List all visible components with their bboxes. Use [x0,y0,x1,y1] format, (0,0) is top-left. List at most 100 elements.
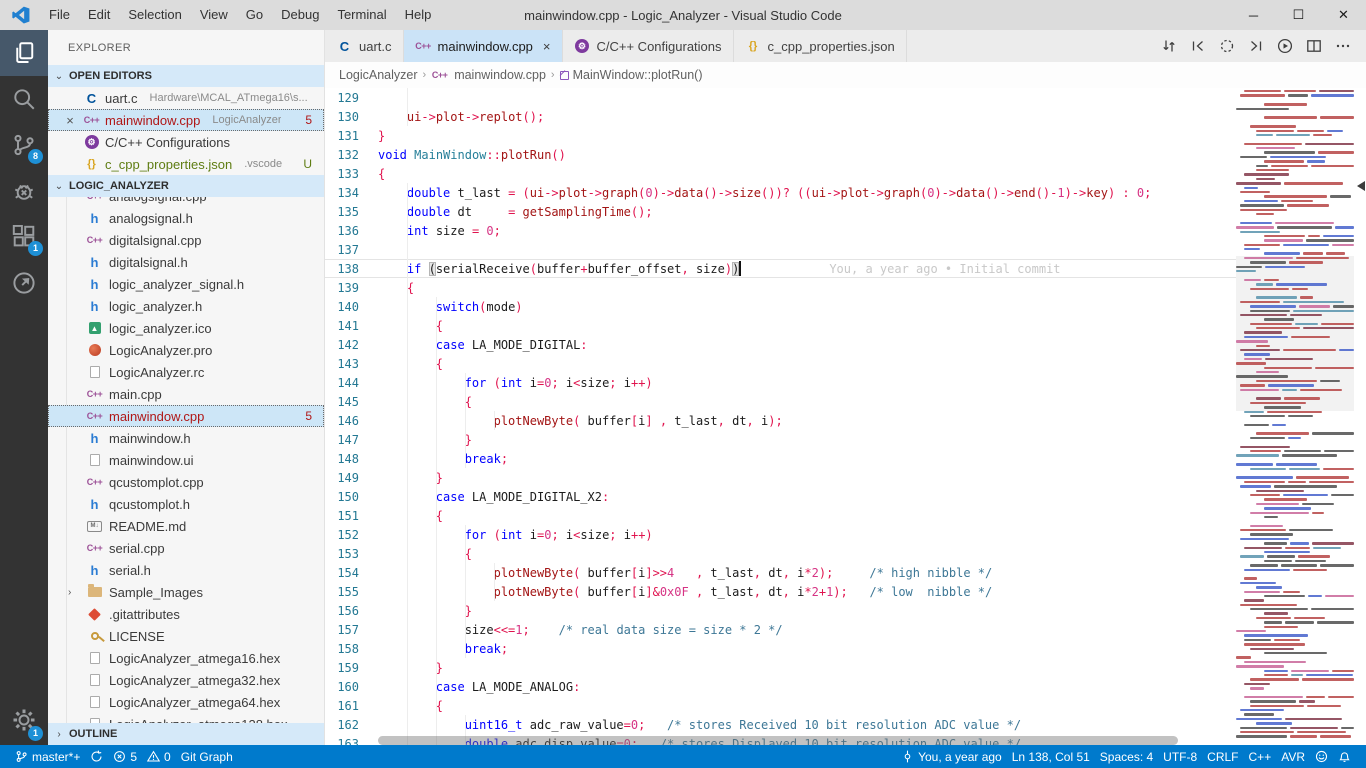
tab-C/C++ Configurations[interactable]: ⚙ C/C++ Configurations [563,30,734,62]
tree-item-mainwindow.ui[interactable]: mainwindow.ui [48,449,324,471]
activity-files-icon[interactable] [0,30,48,76]
tree-item-.gitattributes[interactable]: .gitattributes [48,603,324,625]
tree-item-logic_analyzer.h[interactable]: h logic_analyzer.h [48,295,324,317]
tree-item-mainwindow.h[interactable]: h mainwindow.h [48,427,324,449]
split-editor-icon[interactable] [1303,35,1325,57]
activity-gear-icon[interactable]: 1 [0,695,48,745]
code-viewport[interactable]: 129 130 ui -> plot -> replot (); 131} 132 void Ma… [325,88,1236,745]
open-editor-uart.c[interactable]: Cuart.c Hardware\MCAL_ATmega16\s... [48,87,324,109]
minimap-token [1240,581,1276,585]
file-tree: C++ analogsignal.cpp h analogsignal.h C++ dig… [48,197,324,723]
tree-item-main.cpp[interactable]: C++ main.cpp [48,383,324,405]
status-error[interactable]: 5 [108,745,142,768]
menu-go[interactable]: Go [237,0,272,30]
status-git-graph[interactable]: Git Graph [176,745,238,768]
close-icon[interactable]: × [543,39,551,54]
status-utf-8[interactable]: UTF-8 [1158,745,1202,768]
tab-mainwindow.cpp[interactable]: C++ mainwindow.cpp × [403,30,563,62]
tree-item-LogicAnalyzer_atmega32.hex[interactable]: LogicAnalyzer_atmega32.hex [48,669,324,691]
tree-item-digitalsignal.cpp[interactable]: C++ digitalsignal.cpp [48,229,324,251]
tab-c_cpp_properties.json[interactable]: {} c_cpp_properties.json [734,30,907,62]
tree-item-serial.cpp[interactable]: C++ serial.cpp [48,537,324,559]
tree-item-LICENSE[interactable]: LICENSE [48,625,324,647]
activity-source-control-icon[interactable]: 8 [0,122,48,168]
tree-item-LogicAnalyzer.rc[interactable]: LogicAnalyzer.rc [48,361,324,383]
menu-file[interactable]: File [40,0,79,30]
token: /* low nibble */ [869,584,993,599]
horizontal-scrollbar[interactable] [378,736,1178,745]
tree-item-Sample_Images[interactable]: › Sample_Images [48,581,324,603]
tree-item-serial.h[interactable]: h serial.h [48,559,324,581]
menu-selection[interactable]: Selection [119,0,190,30]
breadcrumb-item[interactable]: MainWindow::plotRun() [559,68,703,82]
token: )-> [652,185,675,200]
minimap-token [1250,524,1284,528]
status-c-[interactable]: C++ [1244,745,1277,768]
menu-view[interactable]: View [191,0,237,30]
minimap-line [1236,564,1354,567]
close-button[interactable]: ✕ [1321,0,1366,30]
tree-item-mainwindow.cpp[interactable]: C++ mainwindow.cpp 5 [48,405,324,427]
close-icon[interactable]: × [62,113,78,128]
menu-edit[interactable]: Edit [79,0,119,30]
tree-item-LogicAnalyzer_atmega64.hex[interactable]: LogicAnalyzer_atmega64.hex [48,691,324,713]
activity-git-history-icon[interactable] [0,260,48,306]
minimap-token [1331,669,1354,672]
status-smiley[interactable] [1310,745,1333,768]
tree-item-README.md[interactable]: M↓ README.md [48,515,324,537]
minimap-token [1340,726,1354,730]
status-avr[interactable]: AVR [1276,745,1310,768]
activity-extensions-icon[interactable]: 1 [0,214,48,260]
status-warning[interactable]: 0 [142,745,176,768]
status-bell[interactable] [1333,745,1356,768]
menu-debug[interactable]: Debug [272,0,328,30]
menu-terminal[interactable]: Terminal [328,0,395,30]
status-spaces-4[interactable]: Spaces: 4 [1095,745,1158,768]
tree-item-LogicAnalyzer_atmega128.hex[interactable]: LogicAnalyzer_atmega128.hex [48,713,324,723]
more-actions-icon[interactable] [1332,35,1354,57]
project-section-header[interactable]: ⌄ LOGIC_ANALYZER [48,175,324,197]
tree-item-qcustomplot.h[interactable]: h qcustomplot.h [48,493,324,515]
minimize-button[interactable]: ─ [1231,0,1276,30]
status-commit[interactable]: You, a year ago [896,745,1007,768]
tree-item-LogicAnalyzer.pro[interactable]: LogicAnalyzer.pro [48,339,324,361]
breadcrumb-item[interactable]: LogicAnalyzer [339,68,418,82]
indent-guide [406,601,408,620]
open-editor-mainwindow.cpp[interactable]: × C++ mainwindow.cpp LogicAnalyzer 5 [48,109,324,131]
minimap-token [1240,313,1287,317]
run-icon[interactable] [1274,35,1296,57]
vertical-scrollbar[interactable] [1354,88,1366,745]
tree-item-logic_analyzer.ico[interactable]: ▲ logic_analyzer.ico [48,317,324,339]
token: for [464,375,487,390]
circle-dash-icon[interactable] [1216,35,1238,57]
open-editors-header[interactable]: ⌄ OPEN EDITORS [48,65,324,87]
tree-item-logic_analyzer_signal.h[interactable]: h logic_analyzer_signal.h [48,273,324,295]
tree-item-qcustomplot.cpp[interactable]: C++ qcustomplot.cpp [48,471,324,493]
open-editor-C/C++ Configurations[interactable]: ⚙ C/C++ Configurations [48,131,324,153]
activity-debug-icon[interactable] [0,168,48,214]
tree-item-analogsignal.cpp[interactable]: C++ analogsignal.cpp [48,197,324,207]
tree-item-LogicAnalyzer_atmega16.hex[interactable]: LogicAnalyzer_atmega16.hex [48,647,324,669]
compare-changes-icon[interactable] [1158,35,1180,57]
minimap[interactable] [1236,88,1354,745]
file-name: LogicAnalyzer.rc [109,364,205,380]
back-icon[interactable] [1187,35,1209,57]
breadcrumb[interactable]: LogicAnalyzer › C++ mainwindow.cpp › MainWind… [325,62,1366,88]
status-sync[interactable] [85,745,108,768]
status-crlf[interactable]: CRLF [1202,745,1243,768]
menu-help[interactable]: Help [396,0,441,30]
maximize-button[interactable]: ☐ [1276,0,1321,30]
forward-icon[interactable] [1245,35,1267,57]
tree-item-digitalsignal.h[interactable]: h digitalsignal.h [48,251,324,273]
open-editor-c_cpp_properties.json[interactable]: {} c_cpp_properties.json .vscode U [48,153,324,175]
outline-header[interactable]: › OUTLINE [48,723,324,745]
activity-search-icon[interactable] [0,76,48,122]
minimap-token [1256,177,1275,181]
status-ln-138-col-51[interactable]: Ln 138, Col 51 [1007,745,1095,768]
tab-uart.c[interactable]: Cuart.c [325,30,404,62]
minimap-line [1236,656,1354,659]
breadcrumb-item[interactable]: C++ mainwindow.cpp [431,68,546,82]
tree-item-analogsignal.h[interactable]: h analogsignal.h [48,207,324,229]
status-branch[interactable]: master*+ [10,745,85,768]
